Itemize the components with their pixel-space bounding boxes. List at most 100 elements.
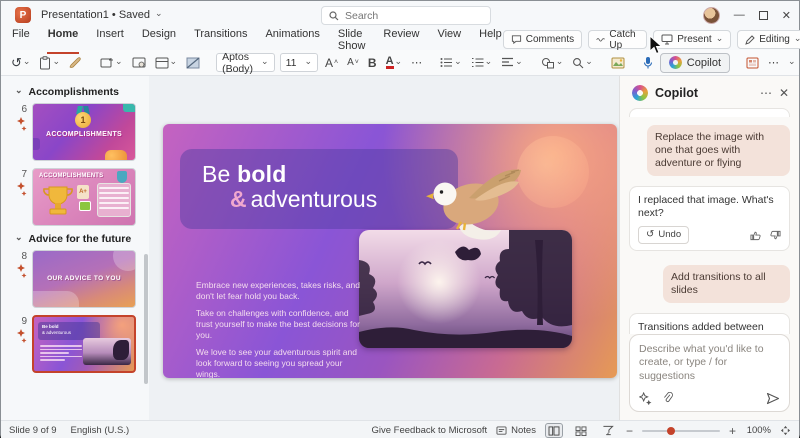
chevron-down-icon[interactable] [115,57,123,69]
bullet-list-button[interactable] [438,56,464,70]
search-input[interactable] [345,10,465,22]
normal-view-button[interactable] [545,423,563,438]
prompt-ideas-icon[interactable] [639,392,652,405]
more-ribbon-button[interactable]: ⋯ [766,55,781,70]
more-options-icon[interactable]: ⋯ [760,86,772,100]
paste-button[interactable] [37,55,62,71]
chevron-down-icon[interactable] [15,233,23,245]
slide-9-thumbnail-selected[interactable]: Be bold& adventurous [32,315,136,373]
feedback-link[interactable]: Give Feedback to Microsoft [372,425,488,436]
close-pane-icon[interactable]: ✕ [779,86,789,100]
font-color-button[interactable]: A [384,55,405,70]
slide-sorter-view-button[interactable] [572,423,590,438]
shape-fill-icon [186,57,200,69]
undo-button[interactable]: ↺ Undo [638,226,689,244]
powerpoint-app-icon[interactable]: P [15,7,31,23]
slide-indicator[interactable]: Slide 9 of 9 [9,425,57,436]
designer-pane-button[interactable] [744,56,761,70]
fit-to-window-icon[interactable] [780,425,791,436]
slideshow-view-button[interactable] [599,423,617,438]
chevron-down-icon[interactable] [515,57,523,69]
chevron-down-icon[interactable] [23,57,31,69]
user-avatar[interactable] [703,7,720,24]
numbered-list-button[interactable] [469,56,495,70]
font-size-select[interactable]: 11 [280,53,318,72]
copilot-prompt-input[interactable]: Describe what you'd like to create, or t… [629,334,790,413]
increase-font-button[interactable]: A˄ [323,55,340,71]
chevron-down-icon[interactable] [395,57,403,69]
slide-6-thumbnail[interactable]: 1 ACCOMPLISHMENTS [32,103,136,161]
chevron-down-icon[interactable] [15,86,23,98]
new-slide-button[interactable] [98,56,125,70]
slide-7-thumbnail[interactable]: ACCOMPLISHMENTS A+ [32,168,136,226]
menu-animations[interactable]: Animations [264,26,320,54]
insert-picture-button[interactable] [609,56,627,70]
close-button[interactable]: ✕ [782,9,791,22]
section-accomplishments[interactable]: Accomplishments [15,86,149,98]
zoom-in-button[interactable]: + [729,424,736,438]
menu-design[interactable]: Design [141,26,177,54]
zoom-slider[interactable] [642,430,720,432]
zoom-slider-thumb[interactable] [667,427,675,435]
menu-review[interactable]: Review [382,26,420,54]
slide-body-text[interactable]: Embrace new experiences, takes risks, an… [196,280,361,378]
chevron-down-icon[interactable] [52,57,60,69]
slide-7-row: 7 ACCOMPLISHMENTS A+ [7,168,149,226]
thumbnail-scrollbar[interactable] [144,254,148,384]
format-painter-button[interactable] [67,56,84,70]
present-button[interactable]: Present [653,30,731,49]
comments-button[interactable]: Comments [503,30,582,49]
bold-button[interactable]: B [366,55,379,71]
designer-sparkle-icon[interactable] [7,329,27,343]
more-font-options-button[interactable]: ⋯ [409,55,424,70]
chevron-down-icon[interactable] [585,57,593,69]
notes-toggle[interactable]: Notes [496,425,536,436]
minimize-button[interactable]: — [734,9,745,21]
collapse-ribbon-button[interactable] [786,56,798,70]
slide-8-thumbnail[interactable]: OUR ADVICE TO YOU [32,250,136,308]
zoom-out-button[interactable]: − [626,424,633,438]
thumbs-down-icon[interactable] [770,230,781,241]
designer-sparkle-icon[interactable] [7,117,27,131]
maximize-button[interactable] [759,11,768,20]
layout-button[interactable] [153,56,180,70]
undo-button[interactable]: ↺ [9,54,32,72]
font-name-select[interactable]: Aptos (Body) [216,53,274,72]
menu-home[interactable]: Home [47,26,80,54]
document-title[interactable]: Presentation1 • Saved [41,9,163,21]
copilot-logo-icon [632,85,648,101]
send-icon[interactable] [766,392,780,405]
menu-help[interactable]: Help [478,26,503,54]
shapes-button[interactable] [539,56,566,70]
find-button[interactable] [570,56,595,70]
thumbs-up-icon[interactable] [750,230,761,241]
designer-button[interactable] [130,56,148,70]
editing-mode-button[interactable]: Editing [737,30,800,49]
attach-icon[interactable] [662,392,674,405]
ribbon-copilot-button[interactable]: Copilot [660,53,730,73]
section-advice[interactable]: Advice for the future [15,233,149,245]
copilot-conversation[interactable]: Replace the image with one that goes wit… [620,108,799,334]
current-slide[interactable]: Be bold &adventurous [163,124,617,378]
chevron-down-icon[interactable] [454,57,462,69]
menu-slide-show[interactable]: Slide Show [337,26,367,54]
chevron-down-icon[interactable] [170,57,178,69]
slide-photo[interactable] [359,230,572,348]
menu-view[interactable]: View [436,26,462,54]
menu-transitions[interactable]: Transitions [193,26,248,54]
align-button[interactable] [499,56,525,70]
catch-up-button[interactable]: Catch Up [588,30,647,49]
chevron-down-icon[interactable] [485,57,493,69]
language-indicator[interactable]: English (U.S.) [71,425,130,436]
menu-file[interactable]: File [11,26,31,54]
chevron-down-icon[interactable] [556,57,564,69]
zoom-level[interactable]: 100% [745,425,771,436]
chevron-down-icon[interactable] [716,34,724,45]
shape-fill-button[interactable] [184,56,202,70]
menu-insert[interactable]: Insert [95,26,125,54]
dictate-button[interactable] [641,55,655,71]
search-box[interactable] [321,6,491,25]
designer-sparkle-icon[interactable] [7,264,27,278]
decrease-font-button[interactable]: A˅ [345,56,361,69]
designer-sparkle-icon[interactable] [7,182,27,196]
